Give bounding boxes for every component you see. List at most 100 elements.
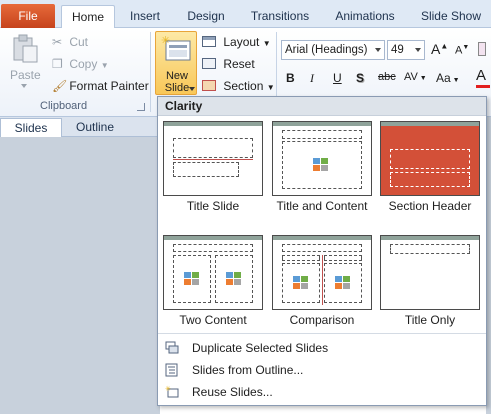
grow-font-button[interactable]: A▲ (431, 41, 448, 57)
thumbnail-topbar (381, 122, 479, 126)
cut-button[interactable]: ✂ Cut (52, 35, 88, 49)
copy-icon: ❐ (52, 57, 63, 71)
reset-button[interactable]: Reset (202, 57, 255, 71)
gallery-header: Clarity (158, 97, 486, 116)
thumbnail-topbar (164, 236, 262, 240)
paste-label: Paste (10, 68, 41, 82)
layout-section-header[interactable]: Section Header (380, 121, 480, 216)
layout-two-content[interactable]: Two Content (163, 235, 263, 330)
right-content-placeholder (215, 255, 253, 303)
layout-title-only[interactable]: Title Only (380, 235, 480, 330)
content-placeholder (282, 141, 362, 189)
layout-button[interactable]: Layout ▼ (202, 35, 271, 49)
paste-icon (13, 34, 38, 63)
accent-line (322, 255, 323, 305)
underline-button[interactable]: U (333, 71, 342, 85)
duplicate-selected-slides-item[interactable]: Duplicate Selected Slides (158, 338, 486, 358)
tab-animations[interactable]: Animations (326, 5, 404, 28)
tab-design[interactable]: Design (178, 5, 234, 28)
subtitle-placeholder (173, 162, 239, 177)
format-painter-button[interactable]: 🖌 Format Painter (52, 79, 149, 93)
font-color-bar (476, 85, 490, 88)
copy-label: Copy (69, 57, 98, 71)
content-icons (335, 276, 353, 289)
tab-transitions[interactable]: Transitions (244, 5, 316, 28)
cut-label: Cut (69, 35, 89, 49)
tab-file[interactable]: File (1, 4, 55, 28)
font-size-select[interactable]: 49 (387, 40, 425, 60)
right-heading-placeholder (324, 255, 362, 261)
character-spacing-icon: AV (404, 71, 418, 83)
bold-button[interactable]: B (286, 71, 295, 85)
grow-font-icon: A (431, 41, 441, 57)
paste-button[interactable]: Paste (6, 32, 42, 88)
section-label: Section (223, 79, 264, 93)
clipboard-group-label: Clipboard (40, 100, 88, 112)
shrink-font-button[interactable]: A▼ (455, 44, 469, 57)
title-placeholder (173, 138, 253, 158)
left-heading-placeholder (282, 255, 320, 261)
layout-thumbnail (163, 235, 263, 310)
slides-pane-tabs: Slides Outline (0, 117, 160, 137)
layout-title-slide[interactable]: Title Slide (163, 121, 263, 216)
text-shadow-button[interactable]: S (356, 71, 364, 85)
slides-from-outline-item[interactable]: Slides from Outline... (158, 360, 486, 380)
new-slide-icon: ✳ (161, 35, 191, 61)
tab-slide-show[interactable]: Slide Show (412, 5, 490, 28)
clear-formatting-button[interactable] (477, 40, 489, 58)
reuse-slides-item[interactable]: ✳ Reuse Slides... (158, 382, 486, 402)
layout-label: Section Header (388, 199, 472, 213)
duplicate-slides-icon (165, 341, 179, 354)
outline-icon (165, 363, 178, 377)
font-color-button[interactable]: A (476, 67, 490, 88)
reset-icon (202, 58, 216, 69)
tab-outline[interactable]: Outline (64, 118, 126, 137)
new-slide-button[interactable]: ✳ New Slide (155, 31, 197, 95)
tab-home[interactable]: Home (61, 5, 115, 29)
copy-button[interactable]: ❐ Copy ▼ (52, 57, 109, 71)
layout-title-and-content[interactable]: Title and Content (272, 121, 372, 216)
reset-label: Reset (223, 57, 255, 71)
menu-item-label: Slides from Outline... (192, 363, 304, 377)
title-placeholder (173, 244, 253, 252)
content-icons (293, 276, 311, 289)
layout-thumbnail (272, 121, 372, 196)
title-placeholder (390, 244, 470, 254)
title-placeholder (282, 130, 362, 139)
tab-slides[interactable]: Slides (0, 118, 62, 137)
layout-thumbnail (272, 235, 372, 310)
format-painter-label: Format Painter (69, 79, 149, 93)
chevron-down-icon: ▼ (262, 39, 271, 48)
change-case-icon: Aa (436, 71, 451, 85)
content-icons (226, 272, 244, 285)
layout-comparison[interactable]: Comparison (272, 235, 372, 330)
character-spacing-button[interactable]: AV ▼ (404, 71, 427, 83)
change-case-button[interactable]: Aa ▼ (436, 71, 460, 85)
left-content-placeholder (282, 263, 320, 303)
chevron-down-icon: ▼ (450, 77, 460, 84)
left-content-placeholder (173, 255, 211, 303)
title-placeholder (390, 149, 470, 169)
new-slide-label-line1: New (165, 70, 188, 82)
section-button[interactable]: Section ▼ (202, 79, 275, 93)
layout-thumbnail (380, 235, 480, 310)
dialog-launcher-icon[interactable] (137, 103, 145, 111)
italic-button[interactable]: I (310, 71, 314, 86)
chevron-down-icon (189, 87, 195, 91)
font-size-value: 49 (391, 44, 404, 56)
font-color-icon: A (476, 67, 487, 84)
slides-pane: Slides Outline (0, 117, 160, 414)
thumbnail-topbar (273, 122, 371, 126)
content-icons (313, 158, 331, 171)
layout-label: Layout (223, 35, 260, 49)
tab-insert[interactable]: Insert (121, 5, 169, 28)
strikethrough-button[interactable]: abc (378, 71, 396, 83)
title-placeholder (282, 244, 362, 252)
thumbnail-topbar (381, 236, 479, 240)
svg-text:✳: ✳ (165, 385, 171, 393)
paintbrush-icon: 🖌 (52, 79, 68, 93)
font-family-select[interactable]: Arial (Headings) (281, 40, 385, 60)
ribbon-tab-strip: File Home Insert Design Transitions Anim… (0, 0, 491, 29)
layout-thumbnail (163, 121, 263, 196)
menu-item-label: Duplicate Selected Slides (192, 341, 329, 355)
